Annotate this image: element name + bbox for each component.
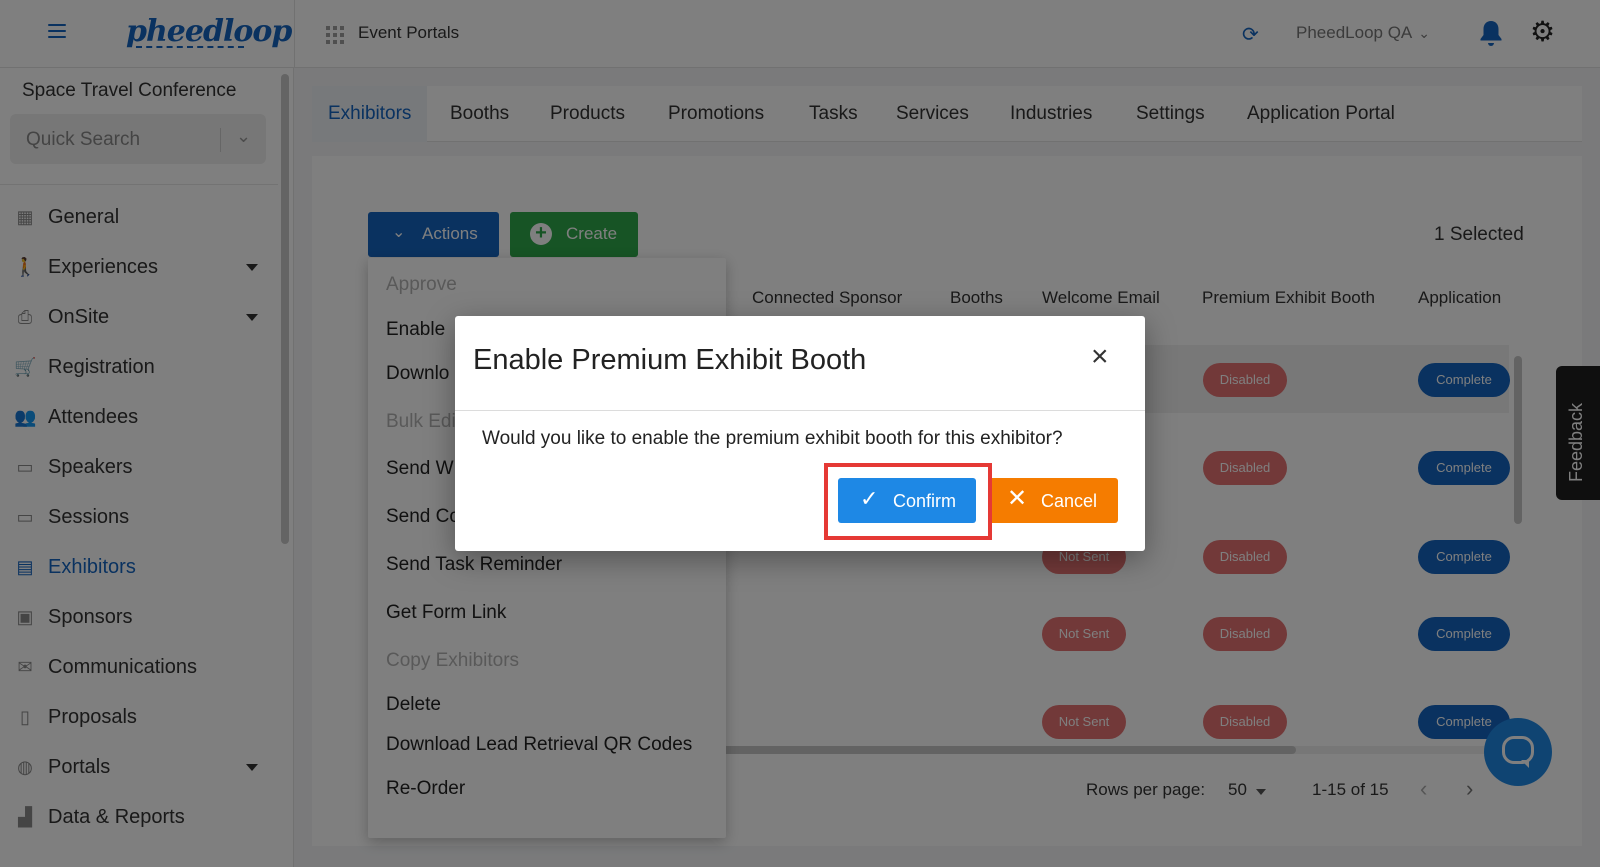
dialog-message: Would you like to enable the premium exh… (482, 428, 1063, 449)
cancel-button[interactable]: ✕ Cancel (989, 478, 1118, 523)
close-icon: ✕ (1007, 485, 1028, 512)
confirm-highlight-box (824, 463, 992, 540)
close-icon[interactable]: × (1091, 342, 1109, 372)
enable-premium-booth-dialog: Enable Premium Exhibit Booth × Would you… (455, 316, 1145, 551)
dialog-title: Enable Premium Exhibit Booth (473, 344, 867, 376)
